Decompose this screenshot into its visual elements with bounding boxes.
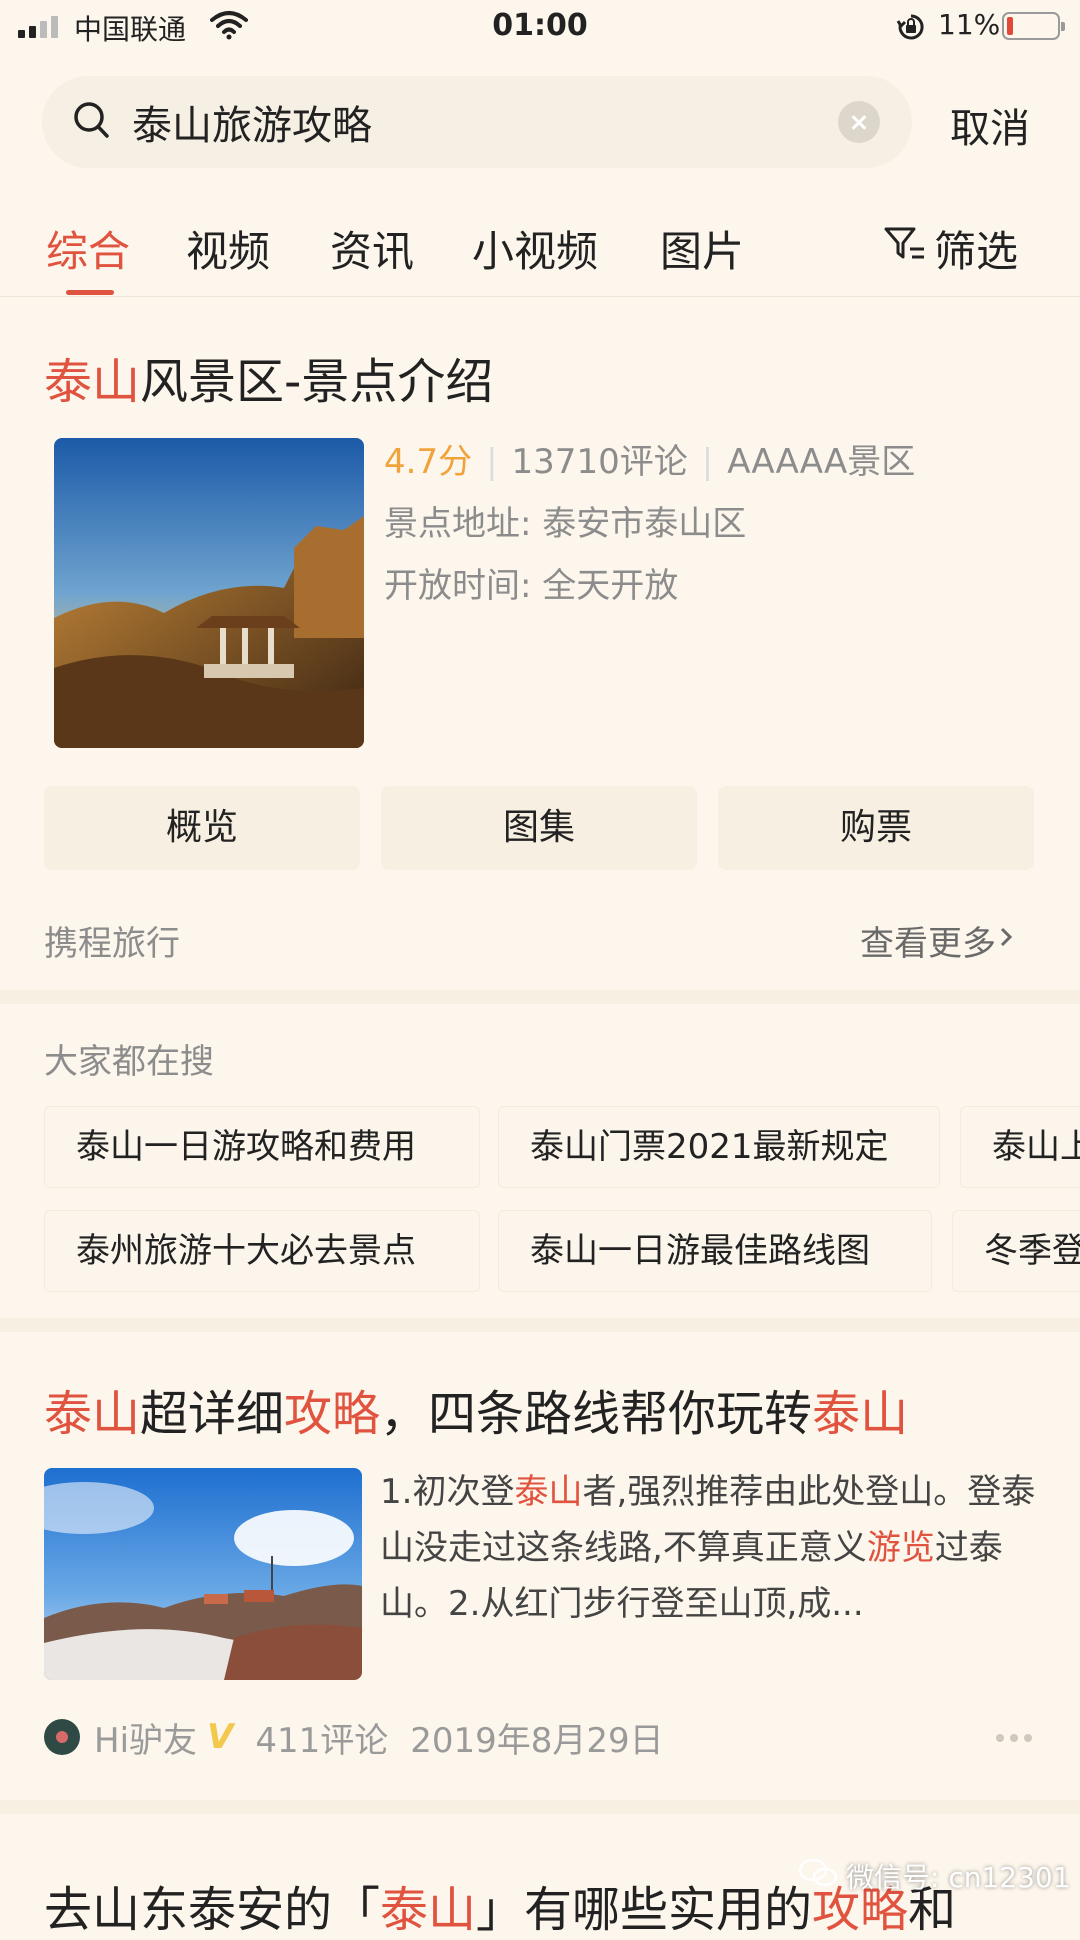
article-photo[interactable] — [44, 1468, 362, 1680]
snippet-highlight: 游览 — [866, 1528, 935, 1568]
search-bar[interactable] — [42, 76, 912, 168]
rotation-lock-icon — [896, 12, 926, 46]
article-snippet: 1.初次登泰山者,强烈推荐由此处登山。登泰山没走过这条线路,不算真正意义游览过泰… — [380, 1464, 1040, 1632]
article-title[interactable]: 泰山超详细攻略，四条路线帮你玩转泰山 — [44, 1374, 908, 1444]
comment-count: 411评论 — [255, 1720, 389, 1761]
verified-badge: V — [207, 1717, 234, 1757]
title-highlight: 泰山 — [380, 1882, 477, 1938]
active-tab-indicator — [66, 290, 114, 295]
title-text: 风景区-景点介绍 — [140, 354, 494, 410]
title-highlight: 攻略 — [284, 1386, 381, 1442]
title-text: 超详细 — [140, 1386, 285, 1442]
overview-button[interactable]: 概览 — [44, 786, 360, 870]
filter-icon — [884, 223, 934, 275]
article-meta: Hi驴友 V 411评论 2019年8月29日 — [44, 1712, 664, 1762]
hot-search-chip[interactable]: 泰州旅游十大必去景点 — [44, 1210, 480, 1292]
scenic-address: 景点地址: 泰安市泰山区 — [384, 504, 747, 544]
battery-level-fill — [1007, 17, 1013, 35]
status-bar: 中国联通 01:00 11% — [0, 0, 1080, 54]
chevron-right-icon — [996, 921, 1018, 961]
view-more-label: 查看更多 — [860, 924, 996, 964]
wechat-icon — [798, 1857, 838, 1896]
rating-score: 4.7分 — [384, 442, 473, 482]
battery-icon — [1002, 12, 1065, 40]
section-separator — [0, 1318, 1080, 1332]
hot-search-chip[interactable]: 泰山一日游攻略和费用 — [44, 1106, 480, 1188]
snippet-highlight: 泰山 — [514, 1472, 583, 1512]
tab-short-video[interactable]: 小视频 — [472, 218, 598, 279]
category-tabs: 综合 视频 资讯 小视频 图片 筛选 — [0, 212, 1080, 298]
section-separator — [0, 990, 1080, 1004]
title-highlight: 泰山 — [812, 1386, 909, 1442]
scenic-grade: AAAAA景区 — [727, 442, 916, 482]
battery-percent: 11% — [938, 8, 1001, 41]
hot-search-chip[interactable]: 冬季登 — [952, 1210, 1080, 1292]
divider — [0, 296, 1080, 297]
watermark-text: 微信号: cn12301 — [846, 1861, 1071, 1894]
title-highlight: 泰山 — [44, 1386, 141, 1442]
scenic-photo[interactable] — [54, 438, 364, 748]
source-label: 携程旅行 — [44, 924, 180, 964]
author-avatar[interactable] — [44, 1719, 80, 1755]
more-options-icon[interactable] — [996, 1734, 1032, 1742]
search-input[interactable] — [130, 90, 810, 154]
title-highlight: 泰山 — [44, 354, 141, 410]
title-text: 去山东泰安的「 — [44, 1882, 381, 1938]
hot-search-chip[interactable]: 泰山一日游最佳路线图 — [498, 1210, 932, 1292]
review-count: 13710评论 — [511, 442, 688, 482]
publish-date: 2019年8月29日 — [410, 1720, 664, 1761]
tab-video[interactable]: 视频 — [186, 218, 270, 279]
gallery-button[interactable]: 图集 — [381, 786, 697, 870]
title-text: ，四条路线帮你玩转 — [380, 1386, 813, 1442]
tab-news[interactable]: 资讯 — [330, 218, 414, 279]
scenic-stats: 4.7分 | 13710评论 | AAAAA景区 — [384, 442, 916, 482]
tab-comprehensive[interactable]: 综合 — [46, 218, 130, 279]
tab-images[interactable]: 图片 — [660, 218, 744, 279]
buy-ticket-button[interactable]: 购票 — [718, 786, 1034, 870]
scenic-card-title[interactable]: 泰山风景区-景点介绍 — [44, 342, 493, 412]
hot-search-chip[interactable]: 泰山上 — [960, 1106, 1080, 1188]
title-text: 」有哪些实用的 — [476, 1882, 813, 1938]
filter-label: 筛选 — [934, 227, 1019, 276]
search-icon — [72, 100, 112, 146]
view-more-link[interactable]: 查看更多 — [860, 916, 1018, 965]
tab-fade-overlay — [760, 212, 870, 282]
hot-searches-title: 大家都在搜 — [44, 1042, 214, 1082]
snippet-text: 1.初次登 — [380, 1472, 515, 1512]
author-name[interactable]: Hi驴友 — [94, 1713, 197, 1762]
wechat-watermark: 微信号: cn12301 — [798, 1856, 1071, 1896]
hot-search-chip[interactable]: 泰山门票2021最新规定 — [498, 1106, 940, 1188]
scenic-action-buttons: 概览 图集 购票 — [44, 786, 1034, 870]
filter-button[interactable]: 筛选 — [884, 218, 1018, 279]
cancel-button[interactable]: 取消 — [950, 96, 1030, 154]
section-separator — [0, 1800, 1080, 1814]
clear-search-icon[interactable] — [838, 101, 880, 143]
scenic-hours: 开放时间: 全天开放 — [384, 566, 679, 606]
